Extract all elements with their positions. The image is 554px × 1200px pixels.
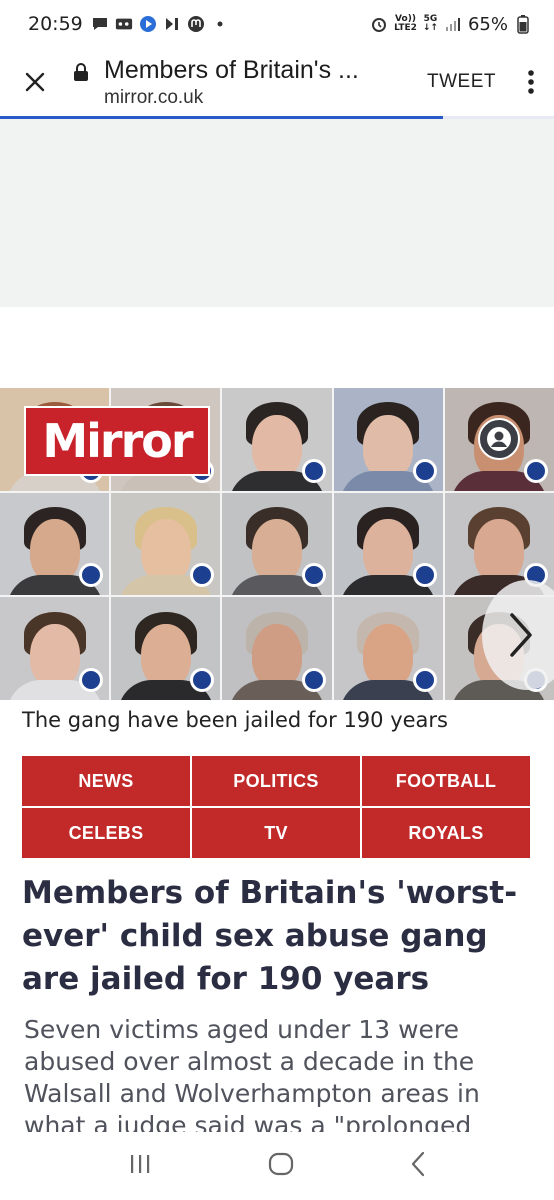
chat-icon bbox=[91, 15, 109, 33]
recent-apps-icon bbox=[131, 1155, 150, 1173]
mugshot-tile bbox=[222, 597, 332, 700]
lock-icon[interactable] bbox=[70, 62, 92, 82]
mugshot-tile bbox=[0, 492, 110, 596]
recent-apps-button[interactable] bbox=[128, 1153, 152, 1179]
mirror-logo: Mirror bbox=[24, 406, 210, 476]
face-shape bbox=[29, 519, 80, 584]
close-button[interactable] bbox=[0, 48, 70, 116]
mugshot-tile bbox=[222, 492, 332, 596]
overflow-menu-button[interactable] bbox=[508, 48, 554, 116]
police-badge-icon bbox=[190, 563, 215, 588]
police-badge-icon bbox=[190, 667, 215, 692]
nav-news[interactable]: NEWS bbox=[22, 756, 190, 806]
nav-politics[interactable]: POLITICS bbox=[192, 756, 360, 806]
article-headline: Members of Britain's 'worst-ever' child … bbox=[22, 875, 518, 997]
mastodon-icon bbox=[187, 15, 205, 33]
police-badge-icon bbox=[412, 458, 437, 483]
police-badge-icon bbox=[523, 458, 548, 483]
person-icon bbox=[487, 427, 511, 451]
status-time: 20:59 bbox=[28, 13, 83, 35]
face-shape bbox=[251, 519, 302, 584]
back-icon bbox=[411, 1151, 425, 1177]
mugshot-tile bbox=[333, 492, 443, 596]
home-button[interactable] bbox=[268, 1152, 294, 1180]
browser-toolbar: Members of Britain's ... mirror.co.uk TW… bbox=[0, 48, 554, 116]
police-badge-icon bbox=[79, 667, 104, 692]
face-shape bbox=[29, 624, 80, 689]
alarm-icon bbox=[370, 15, 388, 33]
page-title: Members of Britain's ... bbox=[104, 55, 359, 84]
voicemail-icon bbox=[115, 15, 133, 33]
face-shape bbox=[140, 519, 191, 584]
volte-bottom: LTE2 bbox=[394, 23, 417, 33]
police-badge-icon bbox=[301, 563, 326, 588]
mugshot-tile bbox=[0, 597, 110, 700]
police-badge-icon bbox=[79, 563, 104, 588]
media-icon bbox=[163, 15, 181, 33]
police-badge-icon bbox=[412, 667, 437, 692]
hero-image[interactable]: Mirror bbox=[0, 388, 554, 700]
back-button[interactable] bbox=[410, 1151, 426, 1181]
nav-football[interactable]: FOOTBALL bbox=[362, 756, 530, 806]
nav-tv[interactable]: TV bbox=[192, 808, 360, 858]
more-vert-icon bbox=[528, 70, 534, 94]
mugshot-tile bbox=[111, 492, 221, 596]
mugshot-tile bbox=[333, 597, 443, 700]
data-arrows-icon: ↓↑ bbox=[422, 23, 438, 33]
article-standfirst: Seven victims aged under 13 were abused … bbox=[24, 1015, 480, 1132]
police-badge-icon bbox=[301, 667, 326, 692]
face-shape bbox=[140, 624, 191, 689]
notification-icons bbox=[91, 15, 229, 33]
nav-celebs[interactable]: CELEBS bbox=[22, 808, 190, 858]
chevron-right-icon bbox=[510, 613, 532, 657]
more-notifications-icon bbox=[211, 15, 229, 33]
play-icon bbox=[139, 15, 157, 33]
close-icon bbox=[25, 72, 45, 92]
face-shape bbox=[474, 519, 525, 584]
network-type-indicator: 5G ↓↑ bbox=[423, 15, 438, 33]
face-shape bbox=[251, 414, 302, 479]
volte-indicator: Vo)) LTE2 bbox=[394, 15, 417, 33]
face-shape bbox=[363, 624, 414, 689]
nav-royals[interactable]: ROYALS bbox=[362, 808, 530, 858]
account-avatar[interactable] bbox=[478, 418, 520, 460]
title-block: Members of Britain's ... mirror.co.uk bbox=[104, 56, 407, 109]
status-right: Vo)) LTE2 5G ↓↑ 65% bbox=[370, 14, 532, 35]
section-nav: NEWS POLITICS FOOTBALL CELEBS TV ROYALS bbox=[22, 756, 530, 858]
police-badge-icon bbox=[301, 458, 326, 483]
tweet-button[interactable]: TWEET bbox=[415, 71, 508, 93]
face-shape bbox=[363, 519, 414, 584]
system-navigation-bar bbox=[0, 1132, 554, 1200]
face-shape bbox=[363, 414, 414, 479]
battery-percent: 65% bbox=[467, 13, 508, 35]
ad-placeholder bbox=[0, 119, 554, 307]
status-bar: 20:59 Vo)) LTE2 5G ↓↑ 65% bbox=[0, 0, 554, 48]
image-caption: The gang have been jailed for 190 years bbox=[22, 708, 448, 732]
battery-icon bbox=[514, 15, 532, 34]
page-url: mirror.co.uk bbox=[104, 86, 204, 108]
mugshot-tile bbox=[444, 492, 554, 596]
mugshot-tile bbox=[222, 388, 332, 491]
police-badge-icon bbox=[412, 563, 437, 588]
home-icon bbox=[268, 1152, 294, 1176]
face-shape bbox=[251, 624, 302, 689]
mugshot-tile bbox=[333, 388, 443, 491]
mugshot-tile bbox=[111, 597, 221, 700]
signal-icon bbox=[444, 15, 462, 33]
